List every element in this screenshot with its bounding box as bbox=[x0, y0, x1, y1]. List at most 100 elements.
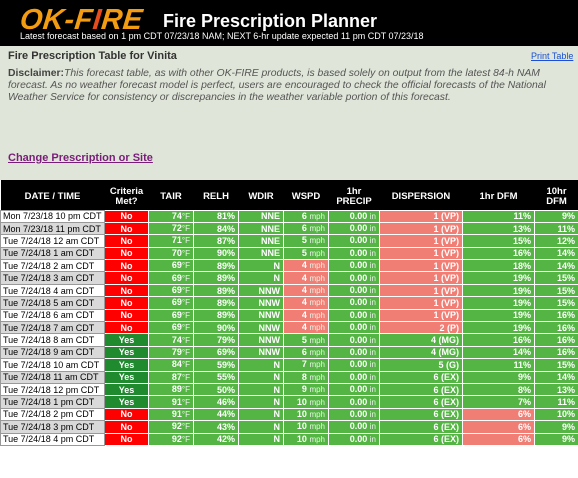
cell-wdir: NNE bbox=[238, 246, 284, 261]
cell-tair: 89°F bbox=[148, 382, 194, 397]
cell-wdir: NNE bbox=[238, 221, 284, 236]
cell-tair: 72°F bbox=[148, 221, 194, 236]
cell-relh: 55% bbox=[193, 370, 239, 384]
table-row: Tue 7/24/18 8 am CDT Yes 74°F 79% NNW 5 mph 0.… bbox=[0, 333, 578, 347]
cell-wdir: N bbox=[238, 358, 284, 372]
cell-relh: 50% bbox=[193, 382, 239, 397]
cell-1hr-dfm: 19% bbox=[462, 308, 535, 323]
cell-tair: 79°F bbox=[148, 345, 194, 360]
cell-datetime: Tue 7/24/18 1 am CDT bbox=[0, 246, 105, 261]
cell-wspd: 5 mph bbox=[283, 234, 329, 248]
cell-dispersion: 1 (VP) bbox=[379, 246, 463, 261]
app-title: Fire Prescription Planner bbox=[163, 11, 378, 31]
cell-datetime: Tue 7/24/18 8 am CDT bbox=[0, 333, 105, 347]
cell-dispersion: 6 (EX) bbox=[379, 420, 463, 434]
cell-relh: 69% bbox=[193, 345, 239, 360]
cell-tair: 91°F bbox=[148, 407, 194, 422]
cell-wspd: 5 mph bbox=[283, 246, 329, 261]
cell-10hr-dfm: 12% bbox=[534, 234, 578, 248]
cell-datetime: Tue 7/24/18 11 am CDT bbox=[0, 370, 105, 384]
cell-wspd: 9 mph bbox=[283, 382, 329, 397]
cell-1hr-dfm: 9% bbox=[462, 370, 535, 384]
cell-criteria-met: No bbox=[104, 234, 149, 248]
cell-precip: 0.00 in bbox=[328, 395, 380, 409]
cell-relh: 81% bbox=[193, 209, 239, 223]
cell-dispersion: 1 (VP) bbox=[379, 308, 463, 323]
table-row: Tue 7/24/18 4 am CDT No 69°F 89% NNW 4 mph 0.0… bbox=[0, 283, 578, 298]
disclaimer-text: This forecast table, as with other OK-FI… bbox=[8, 68, 546, 104]
cell-datetime: Tue 7/24/18 2 am CDT bbox=[0, 259, 105, 273]
cell-1hr-dfm: 6% bbox=[462, 420, 535, 434]
col-criteria: Criteria Met? bbox=[104, 180, 149, 210]
cell-criteria-met: No bbox=[104, 308, 149, 323]
cell-precip: 0.00 in bbox=[328, 283, 380, 298]
cell-datetime: Tue 7/24/18 4 am CDT bbox=[0, 283, 105, 298]
cell-10hr-dfm: 16% bbox=[534, 308, 578, 323]
cell-10hr-dfm: 16% bbox=[534, 345, 578, 360]
cell-criteria-met: No bbox=[104, 283, 149, 298]
table-row: Tue 7/24/18 9 am CDT Yes 79°F 69% NNW 6 mph 0.… bbox=[0, 345, 578, 360]
cell-dispersion: 1 (VP) bbox=[379, 259, 463, 273]
table-row: Mon 7/23/18 11 pm CDT No 72°F 84% NNE 6 mph 0.… bbox=[0, 221, 578, 236]
cell-criteria-met: Yes bbox=[104, 333, 149, 347]
cell-wdir: NNW bbox=[238, 308, 284, 323]
cell-criteria-met: No bbox=[104, 320, 149, 335]
col-date: DATE / TIME bbox=[0, 180, 105, 210]
print-table-link[interactable]: Print Table bbox=[531, 51, 573, 61]
cell-datetime: Tue 7/24/18 1 pm CDT bbox=[0, 395, 105, 409]
cell-1hr-dfm: 19% bbox=[462, 296, 535, 310]
cell-dispersion: 4 (MG) bbox=[379, 333, 463, 347]
cell-relh: 42% bbox=[193, 432, 239, 446]
cell-precip: 0.00 in bbox=[328, 308, 380, 323]
cell-dispersion: 6 (EX) bbox=[379, 395, 463, 409]
cell-wspd: 8 mph bbox=[283, 370, 329, 384]
cell-1hr-dfm: 6% bbox=[462, 407, 535, 422]
cell-wspd: 6 mph bbox=[283, 221, 329, 236]
cell-tair: 69°F bbox=[148, 296, 194, 310]
table-row: Tue 7/24/18 2 pm CDT No 91°F 44% N 10 mph 0.00… bbox=[0, 407, 578, 422]
cell-dispersion: 6 (EX) bbox=[379, 382, 463, 397]
cell-10hr-dfm: 14% bbox=[534, 259, 578, 273]
cell-criteria-met: No bbox=[104, 407, 149, 422]
cell-tair: 69°F bbox=[148, 271, 194, 285]
cell-tair: 92°F bbox=[148, 432, 194, 446]
cell-precip: 0.00 in bbox=[328, 296, 380, 310]
cell-10hr-dfm: 9% bbox=[534, 209, 578, 223]
table-row: Tue 7/24/18 4 pm CDT No 92°F 42% N 10 mph 0.00… bbox=[0, 432, 578, 446]
cell-tair: 69°F bbox=[148, 308, 194, 323]
cell-wdir: NNW bbox=[238, 320, 284, 335]
cell-wdir: NNW bbox=[238, 345, 284, 360]
prescription-table-wrap: DATE / TIME Criteria Met? TAIR RELH WDIR … bbox=[0, 180, 578, 446]
table-row: Mon 7/23/18 10 pm CDT No 74°F 81% NNE 6 mph 0.… bbox=[0, 209, 578, 223]
cell-datetime: Tue 7/24/18 3 am CDT bbox=[0, 271, 105, 285]
cell-precip: 0.00 in bbox=[328, 432, 380, 446]
cell-tair: 69°F bbox=[148, 259, 194, 273]
cell-precip: 0.00 in bbox=[328, 259, 380, 273]
col-1hr-dfm: 1hr DFM bbox=[462, 180, 535, 210]
cell-10hr-dfm: 16% bbox=[534, 320, 578, 335]
table-row: Tue 7/24/18 5 am CDT No 69°F 89% NNW 4 mph 0.0… bbox=[0, 296, 578, 310]
cell-datetime: Tue 7/24/18 4 pm CDT bbox=[0, 432, 105, 446]
cell-datetime: Tue 7/24/18 2 pm CDT bbox=[0, 407, 105, 422]
cell-dispersion: 5 (G) bbox=[379, 358, 463, 372]
change-prescription-link[interactable]: Change Prescription or Site bbox=[8, 152, 153, 164]
cell-dispersion: 1 (VP) bbox=[379, 296, 463, 310]
col-precip: 1hr PRECIP bbox=[328, 180, 380, 210]
cell-criteria-met: Yes bbox=[104, 382, 149, 397]
cell-precip: 0.00 in bbox=[328, 382, 380, 397]
cell-10hr-dfm: 11% bbox=[534, 395, 578, 409]
table-row: Tue 7/24/18 10 am CDT Yes 84°F 59% N 7 mph 0.0… bbox=[0, 358, 578, 372]
cell-tair: 84°F bbox=[148, 358, 194, 372]
cell-criteria-met: No bbox=[104, 209, 149, 223]
cell-dispersion: 1 (VP) bbox=[379, 271, 463, 285]
cell-precip: 0.00 in bbox=[328, 420, 380, 434]
forecast-update-note: Latest forecast based on 1 pm CDT 07/23/… bbox=[20, 31, 424, 41]
cell-wdir: N bbox=[238, 407, 284, 422]
cell-wspd: 7 mph bbox=[283, 358, 329, 372]
cell-criteria-met: No bbox=[104, 420, 149, 434]
cell-tair: 92°F bbox=[148, 420, 194, 434]
table-row: Tue 7/24/18 2 am CDT No 69°F 89% N 4 mph 0.00 … bbox=[0, 259, 578, 273]
cell-wspd: 10 mph bbox=[283, 420, 329, 434]
cell-criteria-met: No bbox=[104, 221, 149, 236]
cell-wdir: NNE bbox=[238, 234, 284, 248]
